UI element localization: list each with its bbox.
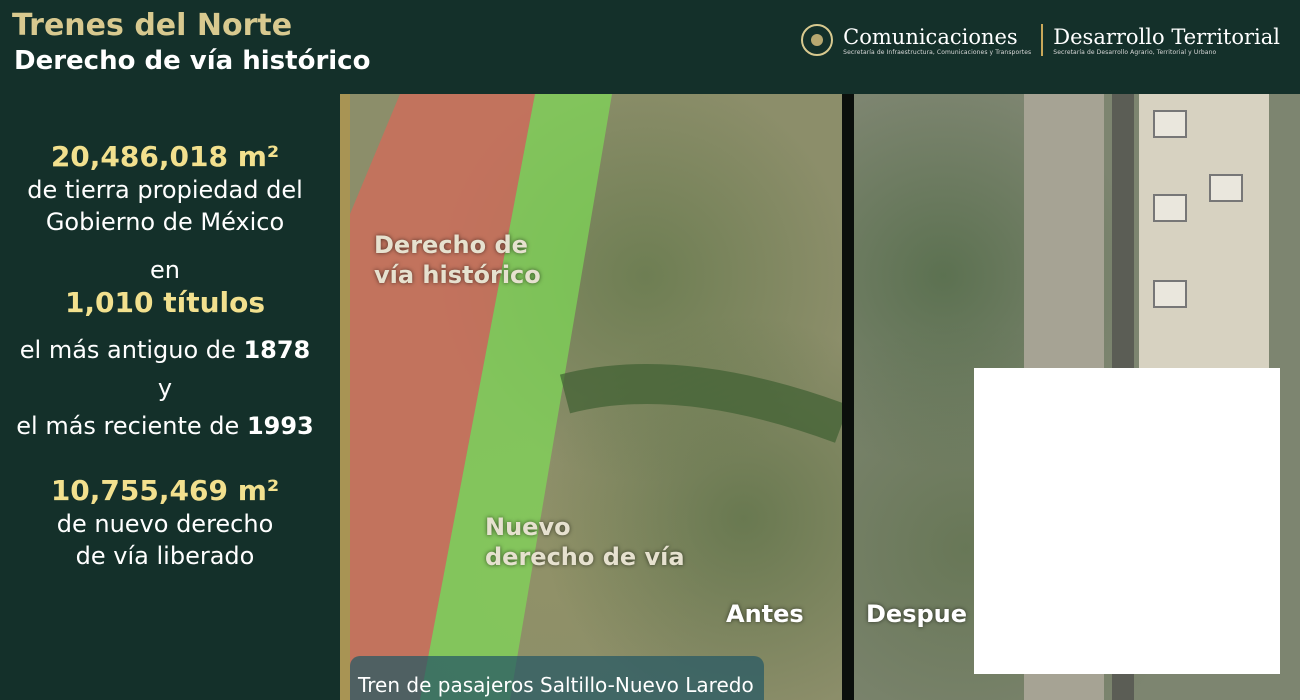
stat-area-total: 20,486,018 m² [50, 140, 280, 173]
work-yard [1139, 94, 1269, 374]
structure [1153, 280, 1187, 308]
label-historic-right-of-way: Derecho de vía histórico [374, 231, 541, 289]
structure [1209, 174, 1243, 202]
stat-titles: 1,010 títulos [64, 286, 266, 319]
stat-oldest: el más antiguo de 1878 [19, 336, 311, 364]
label-before: Antes [726, 600, 804, 628]
stat-area-desc-2: Gobierno de México [45, 208, 285, 236]
stat-area-new-desc-2: de vía liberado [75, 542, 255, 570]
logo-desarrollo-territorial: Desarrollo Territorial Secretaría de Des… [1053, 24, 1280, 56]
aerial-comparison: Derecho de vía histórico Nuevo derecho d… [340, 94, 1300, 700]
stats-panel: 20,486,018 m² de tierra propiedad del Go… [0, 140, 330, 572]
label-after: Despue [866, 600, 968, 628]
stat-newest: el más reciente de 1993 [16, 412, 314, 440]
logos: Comunicaciones Secretaría de Infraestruc… [801, 20, 1280, 60]
page-subtitle: Derecho de vía histórico [14, 46, 371, 76]
stat-area-new: 10,755,469 m² [50, 474, 280, 507]
label-new-right-of-way: Nuevo derecho de vía [485, 513, 685, 571]
stat-area-new-desc-1: de nuevo derecho [56, 510, 274, 538]
structure [1153, 110, 1187, 138]
stat-area-desc-1: de tierra propiedad del [27, 176, 303, 204]
government-seal-icon [801, 24, 834, 56]
structure [1153, 194, 1187, 222]
stat-y: y [157, 374, 173, 402]
photo-caption: Tren de pasajeros Saltillo-Nuevo Laredo [350, 656, 764, 700]
page-title: Trenes del Norte [12, 8, 293, 43]
logo-divider [1041, 24, 1044, 56]
video-overlay-box [974, 368, 1280, 674]
header: Trenes del Norte Derecho de vía históric… [0, 0, 1300, 92]
stat-en: en [150, 256, 180, 284]
photo-frame-edge [340, 94, 350, 700]
vegetation-arc [559, 364, 842, 443]
panel-divider [842, 94, 854, 700]
logo-comunicaciones: Comunicaciones Secretaría de Infraestruc… [843, 24, 1032, 56]
